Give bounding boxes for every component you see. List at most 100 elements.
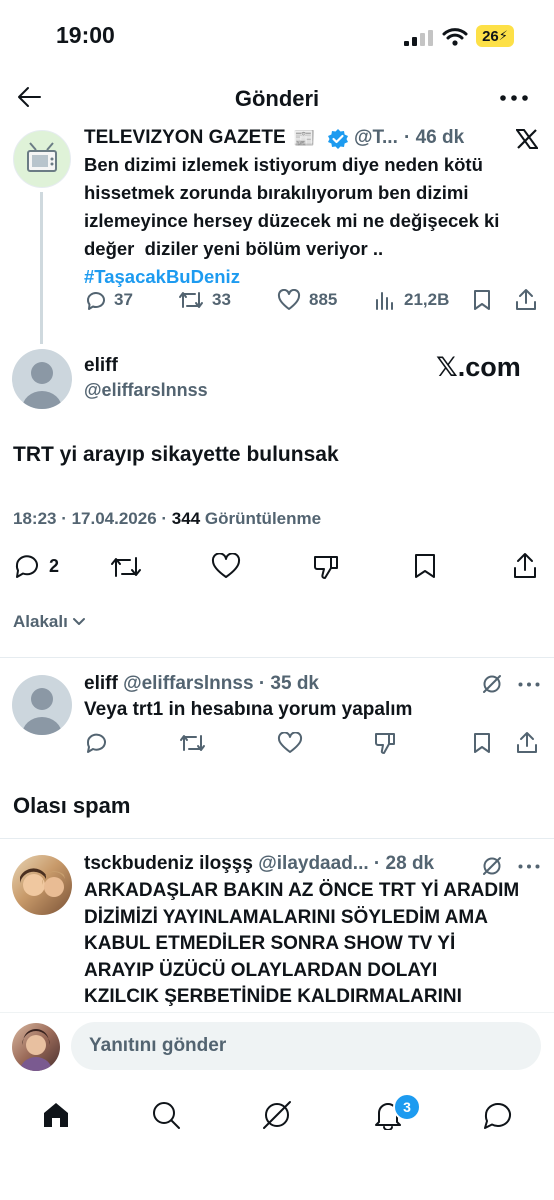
battery-level: 26 [482,27,499,45]
grok-icon [483,675,501,693]
quoted-reply-count: 37 [114,290,133,309]
search-icon [153,1102,180,1129]
newspaper-icon: 📰 [293,128,316,148]
views-icon [376,292,393,310]
reply1-repost-button[interactable] [179,732,207,754]
repost-icon [111,557,141,577]
reply1-share-button[interactable] [515,731,539,755]
tab-home[interactable] [41,1100,71,1130]
reply1-author-name[interactable]: eliff [84,673,118,694]
repost-icon [179,292,203,308]
main-tweet-time: 18:23 · 17.04.2026 · [13,509,168,528]
reply2-text-line2: DİZİMİZİ YAYINLAMALARINI SÖYLEDİM AMA [84,906,488,928]
tv-icon [27,142,57,172]
more-horizontal-icon [518,864,540,869]
reply2-text-line5: KZILCIK ŞERBETİNİDE KALDIRMALARINI [84,986,462,1007]
thumbs-down-icon [314,556,338,579]
reply2-author-name[interactable]: tsckbudeniz iloşşş [84,853,253,874]
main-like-button[interactable] [211,553,241,579]
hashtag-link[interactable]: #TaşacakBuDeniz [84,263,499,291]
reply-icon [15,555,38,578]
default-avatar-icon [22,688,62,735]
main-author-name[interactable]: eliff [84,355,118,377]
reply1-grok-button[interactable] [481,673,503,695]
reply-input[interactable]: Yanıtını gönder [71,1022,541,1070]
quoted-like-button[interactable]: 885 [277,289,337,311]
main-tweet-meta: 18:23 · 17.04.2026 · 344 Görüntülenme [13,509,321,529]
main-repost-button[interactable] [110,554,142,580]
quoted-repost-count: 33 [212,290,231,309]
reply2-avatar[interactable] [12,855,72,915]
reply2-text-line3: KABUL ETMEDİLER SONRA SHOW TV Yİ [84,933,456,954]
tab-messages[interactable] [482,1100,514,1130]
reply1-reply-button[interactable] [84,732,108,754]
more-horizontal-icon [500,95,528,101]
heart-icon [211,553,241,578]
status-time: 19:00 [56,22,115,48]
quoted-text-line2: hissetmek zorunda bırakılıyorum ben dizi… [84,182,469,203]
notifications-count: 3 [403,1099,411,1115]
reply1-author-handle[interactable]: @eliffarslnnss [123,673,253,694]
thumbs-down-icon [375,733,395,754]
reply-icon [86,733,106,753]
reply1-bookmark-button[interactable] [472,732,492,754]
default-avatar-icon [22,362,62,409]
reply2-author-handle[interactable]: @ilaydaad... [258,853,368,874]
quoted-text: Ben dizimi izlemek istiyorum diye neden … [84,151,499,291]
notifications-badge: 3 [393,1093,421,1121]
main-dislike-button[interactable] [312,553,340,581]
reply2-grok-button[interactable] [481,855,503,877]
divider [0,657,554,658]
more-options-button[interactable] [500,95,528,101]
reply1-header: eliff @eliffarslnnss · 35 dk [84,673,319,695]
quoted-avatar[interactable] [13,130,71,188]
main-reply-button[interactable]: 2 [13,553,59,579]
battery-indicator: 26 ⚡ [476,25,514,47]
quoted-views-button[interactable]: 21,2B [374,289,449,311]
quoted-bookmark-button[interactable] [472,289,492,311]
main-bookmark-button[interactable] [413,553,437,579]
quoted-text-line1: Ben dizimi izlemek istiyorum diye neden … [84,154,483,175]
quoted-handle[interactable]: @T... [354,127,398,149]
quoted-repost-button[interactable]: 33 [178,289,231,311]
reply1-dislike-button[interactable] [373,731,397,755]
reply2-more-button[interactable] [518,864,540,869]
main-share-button[interactable] [512,552,538,580]
wifi-icon [442,27,468,47]
reply2-text-line4: ARAYIP ÜZÜCÜ OLAYLARDAN DOLAYI [84,959,438,981]
reply-input-placeholder: Yanıtını gönder [89,1035,227,1056]
main-views-label: Görüntülenme [204,509,322,528]
reply2-text: ARKADAŞLAR BAKIN AZ ÖNCE TRT Yİ ARADIM D… [84,878,519,1011]
photo-avatar-icon [20,1029,52,1071]
spam-section-heading[interactable]: Olası spam [13,793,130,819]
signal-icon [404,30,434,46]
more-horizontal-icon [518,682,540,687]
share-icon [516,289,536,310]
main-reply-count: 2 [49,555,60,576]
bookmark-icon [474,733,490,753]
reply2-text-line1: ARKADAŞLAR BAKIN AZ ÖNCE TRT Yİ ARADIM [84,880,520,901]
related-filter-button[interactable]: Alakalı [13,612,86,632]
heart-icon [277,732,303,753]
tab-grok[interactable] [261,1099,293,1131]
reply1-like-button[interactable] [277,732,303,754]
quoted-share-button[interactable] [514,288,538,312]
share-icon [514,553,536,578]
main-tweet-text: TRT yi arayıp sikayette bulunsak [13,443,339,466]
photo-avatar-icon [20,868,66,897]
main-author-handle[interactable]: @eliffarslnnss [84,380,208,401]
reply1-age: · 35 dk [258,673,320,694]
main-views-count: 344 [171,509,201,528]
page-title: Gönderi [234,86,320,111]
chevron-down-icon [72,618,85,625]
bookmark-icon [415,554,435,578]
related-label: Alakalı [13,612,68,631]
quoted-like-count: 885 [309,290,338,309]
message-icon [484,1103,511,1129]
quoted-author-name[interactable]: TELEVIZYON GAZETE [84,127,286,149]
tab-search[interactable] [151,1100,181,1130]
main-avatar[interactable] [12,349,72,409]
reply1-more-button[interactable] [518,682,540,687]
reply1-avatar[interactable] [12,675,72,735]
quoted-reply-button[interactable]: 37 [84,289,133,311]
